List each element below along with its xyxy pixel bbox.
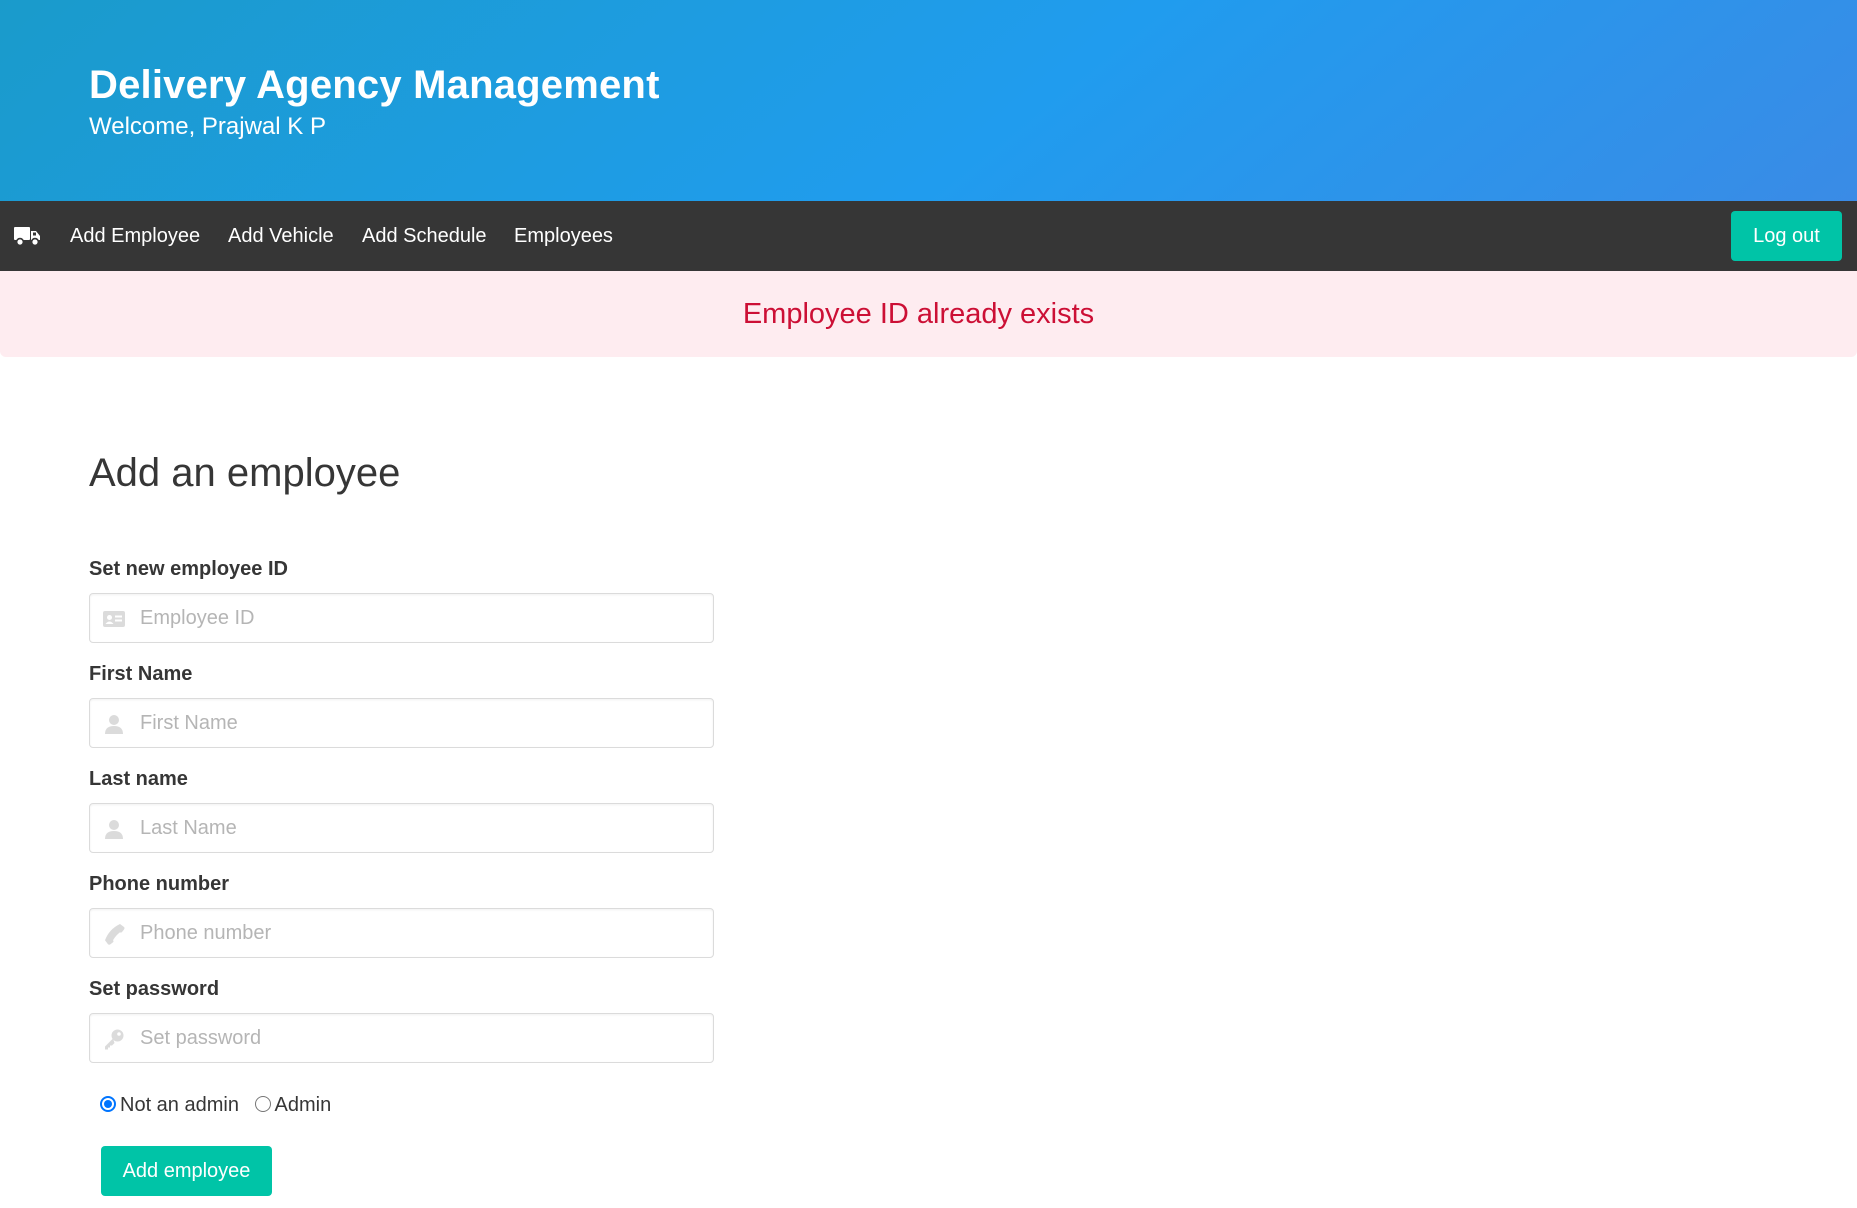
nav-add-schedule[interactable]: Add Schedule — [362, 201, 487, 271]
error-notification: Employee ID already exists — [0, 271, 1857, 357]
phone-icon — [102, 922, 126, 946]
error-message: Employee ID already exists — [742, 298, 1095, 330]
employee-id-label: Set new employee ID — [89, 558, 288, 580]
phone-number-label: Phone number — [89, 873, 230, 895]
logout-button[interactable]: Log out — [1731, 211, 1842, 261]
user-icon — [102, 817, 126, 841]
app-title: Delivery Agency Management — [89, 63, 660, 107]
password-input[interactable] — [140, 1014, 705, 1062]
nav-employees[interactable]: Employees — [514, 201, 613, 271]
add-employee-button[interactable]: Add employee — [101, 1146, 272, 1196]
hero-header: Delivery Agency Management Welcome, Praj… — [0, 0, 1857, 201]
first-name-label: First Name — [89, 663, 193, 685]
radio-button-unselected[interactable] — [254, 1096, 271, 1113]
last-name-label: Last name — [89, 768, 188, 790]
phone-number-field — [89, 908, 714, 958]
navbar: Add Employee Add Vehicle Add Schedule Em… — [0, 201, 1857, 271]
radio-admin[interactable]: Admin — [254, 1094, 332, 1117]
form-title: Add an employee — [89, 451, 401, 495]
user-icon — [102, 712, 126, 736]
password-field — [89, 1013, 714, 1063]
radio-not-admin[interactable]: Not an admin — [100, 1094, 239, 1117]
radio-button-selected[interactable] — [100, 1096, 116, 1113]
key-icon — [102, 1027, 126, 1051]
first-name-input[interactable] — [140, 699, 705, 747]
last-name-input[interactable] — [140, 804, 705, 852]
radio-admin-label: Admin — [274, 1094, 332, 1117]
employee-id-input[interactable] — [140, 594, 705, 642]
nav-add-vehicle[interactable]: Add Vehicle — [228, 201, 334, 271]
truck-icon[interactable] — [14, 225, 42, 247]
welcome-subtitle: Welcome, Prajwal K P — [89, 113, 326, 140]
password-label: Set password — [89, 978, 220, 1000]
nav-add-employee[interactable]: Add Employee — [70, 201, 200, 271]
id-card-icon — [102, 607, 126, 631]
last-name-field — [89, 803, 714, 853]
employee-id-field — [89, 593, 714, 643]
radio-not-admin-label: Not an admin — [120, 1094, 239, 1117]
first-name-field — [89, 698, 714, 748]
phone-number-input[interactable] — [140, 909, 705, 957]
role-radio-group: Not an admin Admin — [100, 1094, 341, 1120]
